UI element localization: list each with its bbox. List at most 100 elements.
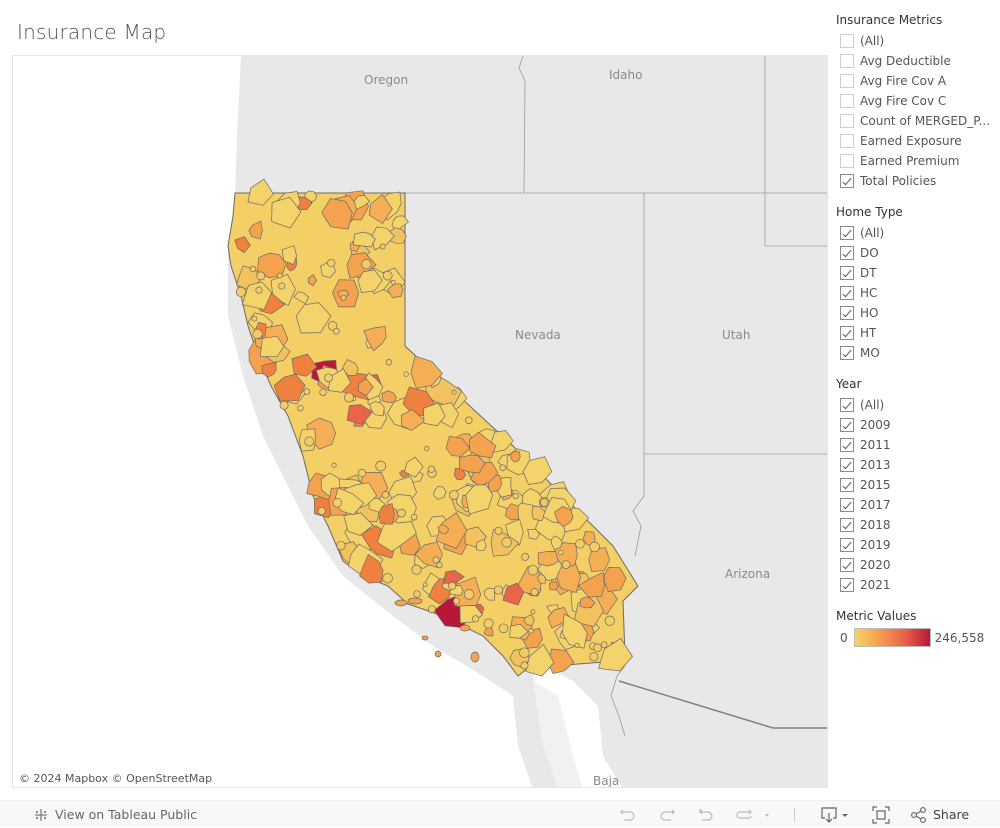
checkbox-checked[interactable] [840,306,854,320]
zip-point[interactable] [327,258,336,268]
checkbox-checked[interactable] [840,438,854,452]
zip-point[interactable] [361,259,372,270]
zip-point[interactable] [593,643,602,653]
checkbox-checked[interactable] [840,246,854,260]
zip-point[interactable] [344,392,354,403]
zip-point[interactable] [520,661,529,670]
choropleth-map[interactable]: Oregon Idaho Nevada Utah Arizona Baja © … [12,55,828,788]
zip-point[interactable] [452,597,461,605]
filter-option[interactable]: 2009 [836,415,996,435]
zip-point[interactable] [436,561,443,569]
filter-option[interactable]: (All) [836,395,996,415]
checkbox-checked[interactable] [840,478,854,492]
undo-button[interactable] [619,801,637,828]
share-button[interactable]: Share [910,801,969,828]
zip-point[interactable] [424,446,430,452]
filter-option[interactable]: Avg Fire Cov C [836,91,996,111]
zip-point[interactable] [521,553,529,561]
zip-point[interactable] [465,416,473,425]
filter-option[interactable]: Earned Premium [836,151,996,171]
filter-option[interactable]: 2018 [836,515,996,535]
zip-point[interactable] [413,590,421,598]
zip-point[interactable] [604,615,615,626]
checkbox-checked[interactable] [840,286,854,300]
checkbox-checked[interactable] [840,518,854,532]
checkbox-checked[interactable] [840,346,854,360]
zip-point[interactable] [276,272,283,279]
zip-point[interactable] [397,508,406,518]
zip-point[interactable] [463,589,475,600]
filter-option[interactable]: 2013 [836,455,996,475]
checkbox-unchecked[interactable] [840,34,854,48]
filter-option[interactable]: 2021 [836,575,996,595]
zip-point[interactable] [357,468,367,478]
zip-point[interactable] [385,359,392,366]
zip-point[interactable] [390,279,396,285]
zip-point[interactable] [527,564,539,576]
checkbox-checked[interactable] [840,558,854,572]
filter-option[interactable]: MO [836,343,996,363]
zip-point[interactable] [589,652,599,662]
filter-option[interactable]: DT [836,263,996,283]
download-button[interactable] [820,801,852,828]
view-on-tableau-button[interactable]: View on Tableau Public [33,801,197,828]
zip-point[interactable] [422,582,428,588]
map-canvas[interactable]: Oregon Idaho Nevada Utah Arizona Baja [13,56,828,788]
filter-option[interactable]: 2019 [836,535,996,555]
filter-option[interactable]: 2017 [836,495,996,515]
zip-point[interactable] [472,615,480,623]
checkbox-unchecked[interactable] [840,54,854,68]
zip-point[interactable] [411,564,422,575]
zip-point[interactable] [317,506,326,516]
checkbox-checked[interactable] [840,398,854,412]
zip-point[interactable] [340,294,347,301]
fullscreen-button[interactable] [872,801,890,828]
zip-point[interactable] [501,537,512,548]
filter-option[interactable]: HC [836,283,996,303]
refresh-button[interactable] [735,801,771,828]
zip-point[interactable] [483,618,494,629]
zip-point[interactable] [530,588,539,597]
filter-option[interactable]: 2011 [836,435,996,455]
filter-option[interactable]: 2015 [836,475,996,495]
zip-point[interactable] [498,623,509,634]
zip-point[interactable] [493,585,503,595]
zip-point[interactable] [382,572,393,584]
zip-point[interactable] [410,513,418,521]
zip-point[interactable] [449,490,459,500]
checkbox-unchecked[interactable] [840,74,854,88]
filter-option[interactable]: Avg Fire Cov A [836,71,996,91]
filter-option[interactable]: HT [836,323,996,343]
checkbox-checked[interactable] [840,578,854,592]
zip-point[interactable] [561,560,571,569]
filter-option[interactable]: Earned Exposure [836,131,996,151]
zip-point[interactable] [427,605,436,614]
zip-point[interactable] [427,465,436,473]
zip-point[interactable] [448,581,457,591]
filter-option[interactable]: HO [836,303,996,323]
filter-option[interactable]: Avg Deductible [836,51,996,71]
checkbox-checked[interactable] [840,458,854,472]
checkbox-unchecked[interactable] [840,94,854,108]
zip-point[interactable] [319,388,327,396]
checkbox-unchecked[interactable] [840,134,854,148]
zip-point[interactable] [251,315,258,322]
zip-point[interactable] [379,243,386,250]
checkbox-checked[interactable] [840,498,854,512]
filter-option[interactable]: 2020 [836,555,996,575]
checkbox-checked[interactable] [840,174,854,188]
zip-point[interactable] [403,371,409,377]
filter-option[interactable]: Count of MERGED_P... [836,111,996,131]
zip-point[interactable] [249,265,257,273]
zip-point[interactable] [575,539,585,549]
zip-point[interactable] [512,493,519,500]
zip-point[interactable] [336,540,346,551]
zip-point[interactable] [574,642,580,648]
zip-point[interactable] [600,641,608,649]
zip-point[interactable] [303,388,311,395]
filter-option[interactable]: (All) [836,31,996,51]
zip-point[interactable] [304,436,315,447]
checkbox-checked[interactable] [840,538,854,552]
zip-point[interactable] [279,400,289,410]
zip-point[interactable] [382,270,393,281]
